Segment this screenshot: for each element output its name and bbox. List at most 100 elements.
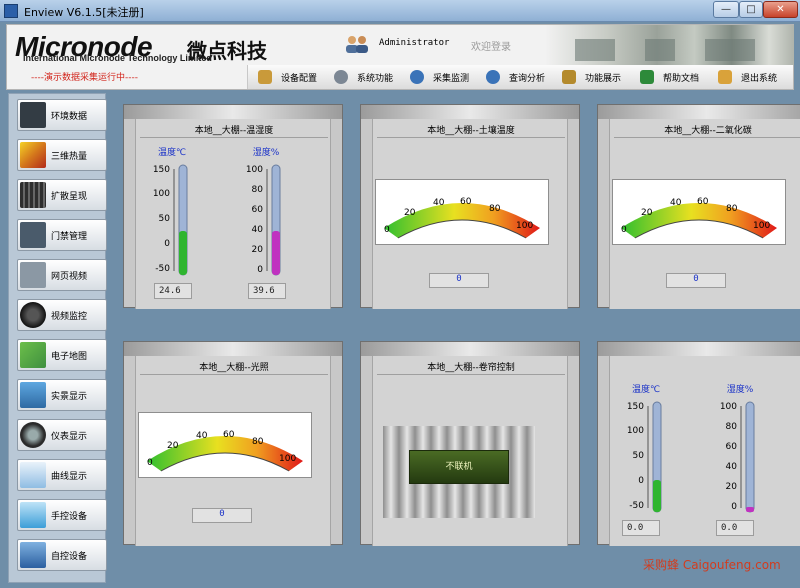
svg-text:60: 60 (697, 197, 709, 207)
humidity-label: 湿度% (727, 383, 754, 395)
temp-readout: 0.0 (622, 520, 660, 536)
hand-icon (20, 502, 46, 528)
login-link[interactable]: 欢迎登录 (471, 38, 511, 53)
window-title: Enview V6.1.5[未注册] (24, 6, 144, 19)
curtain-offline-button[interactable]: 不联机 (409, 450, 509, 484)
chart-icon (20, 462, 46, 488)
dashboard-area: 本地__大棚--温湿度 温度℃ 湿度% 150 100 50 0 -50 100… (108, 92, 800, 586)
sidebar-item-video-monitor[interactable]: 视频监控 (17, 299, 107, 331)
svg-text:100: 100 (753, 221, 770, 231)
main-menubar: 设备配置 系统功能 采集监测 查询分析 功能展示 帮助文档 退出系统 (247, 65, 793, 89)
gauge-icon (20, 422, 46, 448)
light-gauge: 0 20 40 60 80 100 (138, 412, 312, 478)
panel-soil-temp: 本地__大棚--土壤温度 0 20 40 60 80 100 0 (360, 104, 580, 309)
thermometer-device-icon (20, 102, 46, 128)
svg-text:60: 60 (223, 430, 235, 440)
svg-text:0: 0 (731, 502, 737, 512)
soil-temp-gauge: 0 20 40 60 80 100 (375, 179, 549, 245)
book-icon (640, 70, 654, 84)
watermark-text: 采购蜂 Caigoufeng.com (643, 558, 781, 572)
svg-text:20: 20 (167, 441, 179, 451)
svg-text:0: 0 (621, 225, 627, 235)
svg-text:60: 60 (460, 197, 472, 207)
svg-text:100: 100 (279, 454, 296, 464)
sidebar-item-3d-heat[interactable]: 三维热量 (17, 139, 107, 171)
sidebar-item-web-video[interactable]: 网页视频 (17, 259, 107, 291)
server-icon (20, 182, 46, 208)
panel-title: 本地__大棚--光照 (199, 363, 269, 373)
run-status-text: ----演示数据采集运行中---- (31, 73, 138, 83)
humidity-level (272, 231, 280, 275)
svg-text:20: 20 (404, 208, 416, 218)
dome-camera-icon (20, 302, 46, 328)
camera-icon (20, 262, 46, 288)
svg-text:100: 100 (720, 402, 737, 412)
sidebar-item-auto-device[interactable]: 自控设备 (17, 539, 107, 571)
search-icon (486, 70, 500, 84)
svg-text:50: 50 (159, 214, 171, 224)
svg-text:-50: -50 (155, 264, 170, 274)
panel-title: 本地__大棚--温湿度 (194, 126, 274, 136)
door-icon (20, 222, 46, 248)
sidebar-item-meter-display[interactable]: 仪表显示 (17, 419, 107, 451)
humidity-label: 湿度% (253, 146, 280, 158)
temp-level (653, 480, 661, 512)
sidebar-item-live-view[interactable]: 实景显示 (17, 379, 107, 411)
svg-text:100: 100 (516, 221, 533, 231)
svg-text:40: 40 (196, 431, 208, 441)
menu-item-help[interactable]: 帮助文档 (640, 68, 699, 86)
menu-item-exit[interactable]: 退出系统 (718, 68, 777, 86)
svg-text:150: 150 (627, 402, 644, 412)
humidity-readout: 0.0 (716, 520, 754, 536)
menu-item-device-config[interactable]: 设备配置 (258, 68, 317, 86)
magnifier-icon (410, 70, 424, 84)
svg-text:150: 150 (153, 165, 170, 175)
menu-item-monitor[interactable]: 采集监测 (410, 68, 469, 86)
svg-text:50: 50 (633, 451, 645, 461)
co2-gauge: 0 20 40 60 80 100 (612, 179, 786, 245)
temp-label: 温度℃ (158, 146, 186, 158)
svg-text:40: 40 (252, 225, 264, 235)
svg-text:0: 0 (638, 476, 644, 486)
map-icon (20, 342, 46, 368)
svg-text:60: 60 (252, 205, 264, 215)
panel-curtain-control: 本地__大棚--卷帘控制 不联机 (360, 341, 580, 546)
sidebar-item-diffusion[interactable]: 扩散呈现 (17, 179, 107, 211)
temp-level (179, 231, 187, 275)
svg-text:0: 0 (257, 265, 263, 275)
panel-title: 本地__大棚--土壤温度 (427, 126, 515, 136)
exit-icon (718, 70, 732, 84)
sidebar-item-access[interactable]: 门禁管理 (17, 219, 107, 251)
temp-readout: 24.6 (154, 283, 192, 299)
soil-temp-readout: 0 (429, 273, 489, 288)
panel-temp-humidity-2: 温度℃ 湿度% 150 100 50 0 -50 100 80 60 40 20… (597, 341, 800, 546)
sidebar-item-curve-display[interactable]: 曲线显示 (17, 459, 107, 491)
temp-label: 温度℃ (632, 383, 660, 395)
humidity-tube (745, 401, 755, 513)
panel-light: 本地__大棚--光照 0 20 40 60 80 100 0 (123, 341, 343, 546)
panel-temp-humidity: 本地__大棚--温湿度 温度℃ 湿度% 150 100 50 0 -50 100… (123, 104, 343, 309)
sidebar-item-emap[interactable]: 电子地图 (17, 339, 107, 371)
app-icon (4, 4, 18, 18)
menu-item-system[interactable]: 系统功能 (334, 68, 393, 86)
humidity-scale: 100 80 60 40 20 0 (720, 402, 742, 512)
menu-item-showcase[interactable]: 功能展示 (562, 68, 621, 86)
minimize-button[interactable]: — (713, 1, 739, 18)
svg-text:40: 40 (433, 198, 445, 208)
svg-text:80: 80 (489, 204, 501, 214)
user-name: Administrator (379, 38, 450, 48)
display-icon (562, 70, 576, 84)
menu-item-query[interactable]: 查询分析 (486, 68, 545, 86)
temp-scale: 150 100 50 0 -50 (153, 165, 175, 274)
maximize-button[interactable]: □ (739, 1, 763, 18)
svg-text:100: 100 (153, 189, 170, 199)
close-button[interactable]: ✕ (763, 1, 798, 18)
svg-text:0: 0 (164, 239, 170, 249)
sidebar-item-manual-device[interactable]: 手控设备 (17, 499, 107, 531)
svg-text:40: 40 (726, 462, 738, 472)
sidebar-item-env-data[interactable]: 环境数据 (17, 99, 107, 131)
svg-text:20: 20 (641, 208, 653, 218)
window-titlebar[interactable]: Enview V6.1.5[未注册] — □ ✕ (0, 0, 800, 22)
panel-title: 本地__大棚--卷帘控制 (427, 363, 515, 373)
panel-title: 本地__大棚--二氧化碳 (664, 126, 752, 136)
